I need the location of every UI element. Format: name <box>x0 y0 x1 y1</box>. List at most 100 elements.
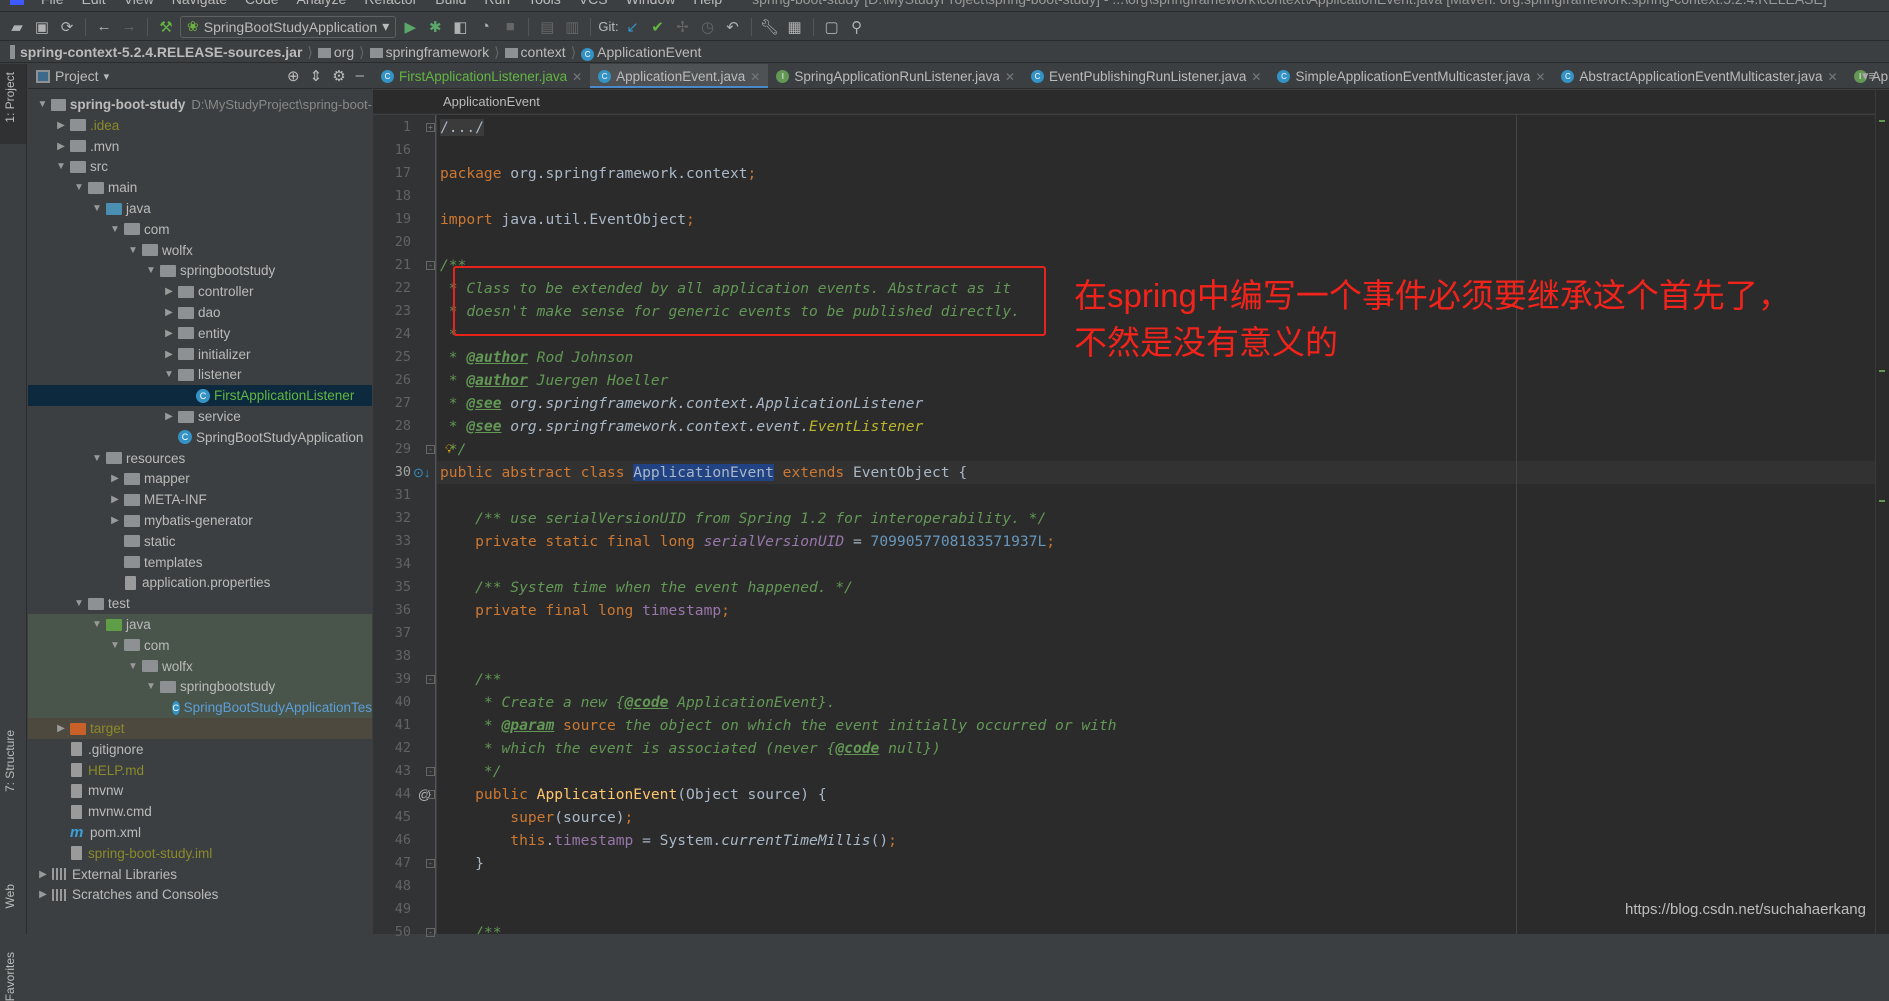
expanded-arrow-icon[interactable]: ▼ <box>126 661 140 672</box>
tree-item[interactable]: ▶ entity <box>28 323 372 344</box>
project-view-selector[interactable]: Project <box>55 68 99 84</box>
menu-help[interactable]: Help <box>684 0 731 7</box>
tree-item[interactable]: ▼ com <box>28 634 372 656</box>
git-compare-icon[interactable]: ✢ <box>672 16 694 38</box>
expanded-arrow-icon[interactable]: ▼ <box>90 619 104 630</box>
open-icon[interactable]: ▰ <box>6 16 28 38</box>
collapsed-arrow-icon[interactable]: ▶ <box>108 473 122 484</box>
fold-marker-icon[interactable]: - <box>426 928 435 937</box>
tree-item[interactable]: .gitignore <box>28 739 372 760</box>
menu-view[interactable]: View <box>115 0 163 7</box>
tab-list-icon[interactable]: ▾≡ <box>1862 68 1876 84</box>
tree-item[interactable]: templates <box>28 552 372 573</box>
editor-scrollbar[interactable] <box>1875 90 1889 934</box>
expanded-arrow-icon[interactable]: ▼ <box>162 369 176 380</box>
tree-item[interactable]: HELP.md <box>28 760 372 781</box>
forward-icon[interactable]: → <box>118 16 140 38</box>
code-editor[interactable]: /.../ package org.springframework.context… <box>437 115 1875 934</box>
settings-wrench-icon[interactable]: 🔧︎ <box>759 16 781 38</box>
collapsed-arrow-icon[interactable]: ▶ <box>162 286 176 297</box>
menu-navigate[interactable]: Navigate <box>163 0 236 7</box>
fold-marker-icon[interactable]: - <box>426 675 435 684</box>
run-icon[interactable]: ▶ <box>399 16 421 38</box>
tab-applicationevent[interactable]: C ApplicationEvent.java ✕ <box>590 64 769 88</box>
profile-icon[interactable]: ◔ <box>474 16 496 38</box>
expanded-arrow-icon[interactable]: ▼ <box>90 203 104 214</box>
tab-eventpublishingrunlistener[interactable]: C EventPublishingRunListener.java ✕ <box>1023 64 1269 88</box>
close-icon[interactable]: ✕ <box>1535 70 1545 84</box>
collapsed-arrow-icon[interactable]: ▶ <box>36 869 50 880</box>
sync-icon[interactable]: ⟳ <box>56 16 78 38</box>
tree-item[interactable]: ▶ mybatis-generator <box>28 510 372 531</box>
fold-marker-icon[interactable]: - <box>426 790 435 799</box>
tree-item[interactable]: ▼ listener <box>28 364 372 385</box>
collapsed-arrow-icon[interactable]: ▶ <box>108 494 122 505</box>
tree-item[interactable]: ▼ wolfx <box>28 240 372 261</box>
fold-marker-icon[interactable]: - <box>426 767 435 776</box>
tree-item[interactable]: ▼ java <box>28 198 372 219</box>
tab-abstractapplicationeventmulticaster[interactable]: C AbstractApplicationEventMulticaster.jav… <box>1553 64 1845 88</box>
tree-item[interactable]: ▼ main <box>28 177 372 198</box>
tree-item[interactable]: application.properties <box>28 572 372 593</box>
expanded-arrow-icon[interactable]: ▼ <box>54 161 68 172</box>
expanded-arrow-icon[interactable]: ▼ <box>108 224 122 235</box>
locate-icon[interactable]: ⊕ <box>287 67 300 85</box>
close-icon[interactable]: ✕ <box>572 70 582 84</box>
tree-item[interactable]: C FirstApplicationListener <box>28 385 372 407</box>
gear-icon[interactable]: ⚙ <box>332 67 345 85</box>
tab-springapplicationrunlistener[interactable]: I SpringApplicationRunListener.java ✕ <box>768 64 1023 88</box>
tool-tab-structure[interactable]: 7: Structure <box>3 730 17 792</box>
attach-icon[interactable]: ▤ <box>536 16 558 38</box>
tab-firstapplicationlistener[interactable]: C FirstApplicationListener.java ✕ <box>373 64 590 88</box>
tab-simpleapplicationeventmulticaster[interactable]: C SimpleApplicationEventMulticaster.java ✕ <box>1269 64 1553 88</box>
collapsed-arrow-icon[interactable]: ▶ <box>162 411 176 422</box>
tree-item[interactable]: ▶ target <box>28 718 372 739</box>
debug-icon[interactable]: ✱ <box>424 16 446 38</box>
stop-icon[interactable]: ■ <box>499 16 521 38</box>
tree-item[interactable]: static <box>28 531 372 552</box>
close-icon[interactable]: ✕ <box>1828 70 1838 84</box>
menu-analyze[interactable]: Analyze <box>288 0 356 7</box>
menu-vcs[interactable]: VCS <box>570 0 617 7</box>
collapse-all-icon[interactable]: ⇕ <box>310 67 323 85</box>
menu-refactor[interactable]: Refactor <box>355 0 426 7</box>
tree-item[interactable]: ▼ springbootstudy <box>28 676 372 698</box>
project-structure-icon[interactable]: ▦ <box>784 16 806 38</box>
hide-icon[interactable]: – <box>356 67 364 85</box>
close-icon[interactable]: ✕ <box>750 70 760 84</box>
tree-item[interactable]: C SpringBootStudyApplication <box>28 427 372 448</box>
menu-code[interactable]: Code <box>236 0 287 7</box>
fold-marker-icon[interactable]: - <box>426 261 435 270</box>
collapsed-arrow-icon[interactable]: ▶ <box>108 515 122 526</box>
expanded-arrow-icon[interactable]: ▼ <box>144 265 158 276</box>
expanded-arrow-icon[interactable]: ▼ <box>126 245 140 256</box>
menu-tools[interactable]: Tools <box>519 0 570 7</box>
expanded-arrow-icon[interactable]: ▼ <box>72 182 86 193</box>
tree-item[interactable]: ▼ java <box>28 614 372 635</box>
git-update-icon[interactable]: ↙ <box>622 16 644 38</box>
tool-tab-web[interactable]: Web <box>3 884 17 908</box>
breadcrumb-item[interactable]: C ApplicationEvent <box>581 44 701 61</box>
menu-file[interactable]: File <box>32 0 73 7</box>
intention-bulb-icon[interactable]: 💡︎ <box>445 438 453 461</box>
collapsed-arrow-icon[interactable]: ▶ <box>162 349 176 360</box>
tree-item[interactable]: ▶ External Libraries <box>28 864 372 885</box>
tree-item[interactable]: ▶ dao <box>28 302 372 323</box>
menu-build[interactable]: Build <box>426 0 475 7</box>
tree-item[interactable]: ▶ .idea <box>28 115 372 136</box>
chevron-down-icon[interactable]: ▾ <box>104 70 110 83</box>
tree-item[interactable]: ▶ META-INF <box>28 489 372 510</box>
fold-marker-icon[interactable]: + <box>426 123 435 132</box>
breadcrumb-item[interactable]: springframework <box>369 44 489 60</box>
tree-item[interactable]: ▼ spring-boot-study D:\MyStudyProject\spri… <box>28 94 372 115</box>
fold-marker-icon[interactable]: - <box>426 445 435 454</box>
tree-item[interactable]: ▶ controller <box>28 281 372 302</box>
tree-item[interactable]: ▶ Scratches and Consoles <box>28 884 372 905</box>
tool-tab-favorites[interactable]: Favorites <box>3 952 17 1001</box>
close-icon[interactable]: ✕ <box>1251 70 1261 84</box>
search-icon[interactable]: ⚲ <box>846 16 868 38</box>
save-icon[interactable]: ▣ <box>31 16 53 38</box>
tree-item[interactable]: ▼ springbootstudy <box>28 260 372 281</box>
coverage-icon[interactable]: ◧ <box>449 16 471 38</box>
tree-item[interactable]: mvnw.cmd <box>28 801 372 822</box>
